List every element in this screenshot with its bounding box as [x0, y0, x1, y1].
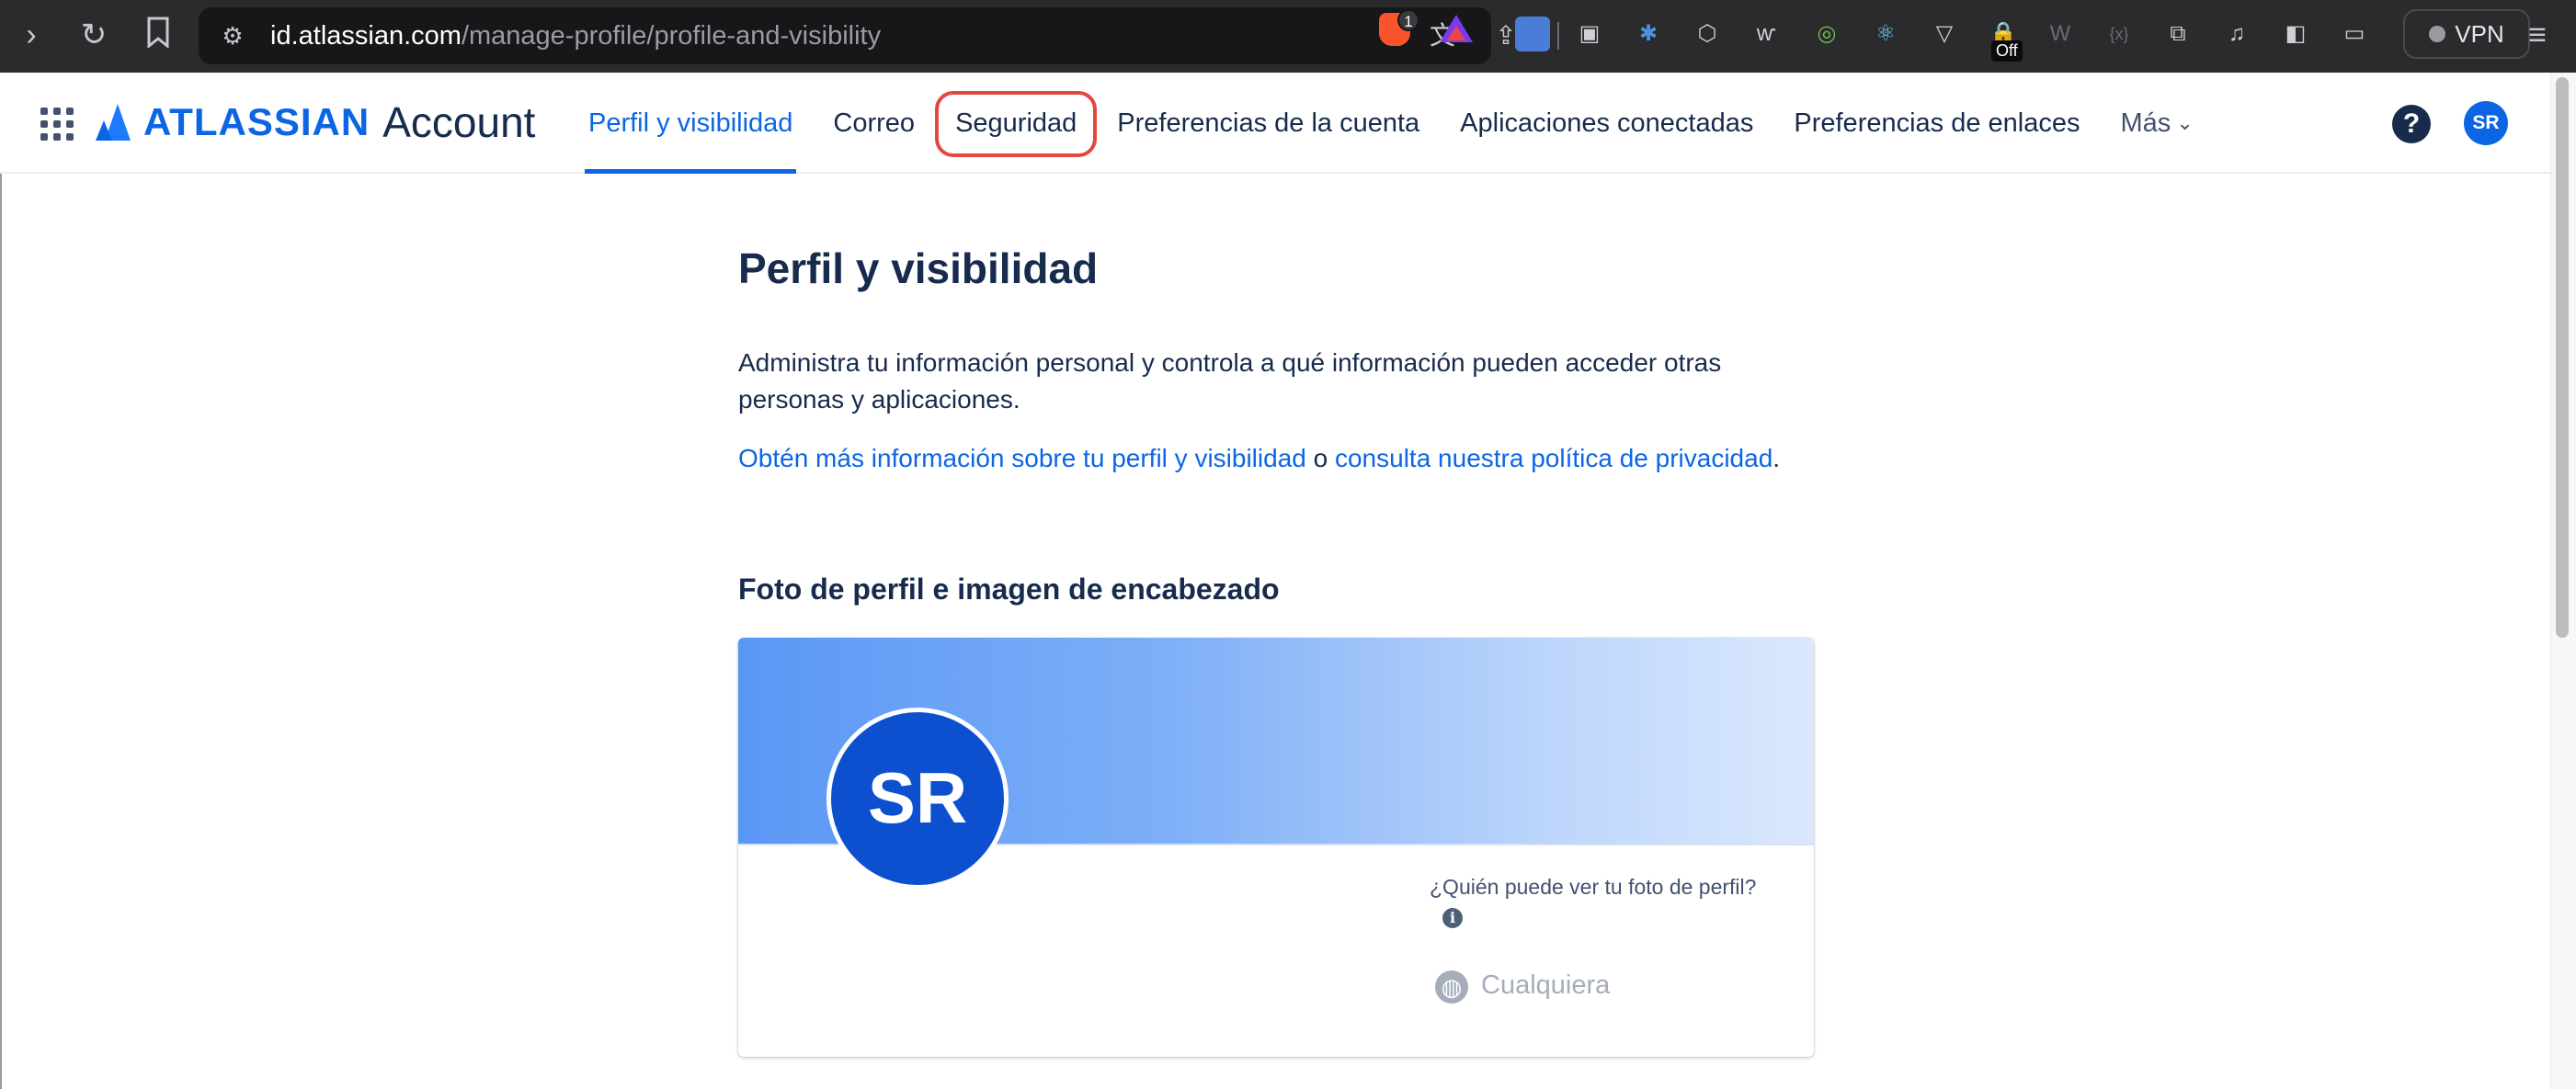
react-devtools-icon[interactable]: ⚛ [1868, 17, 1903, 51]
vpn-button[interactable]: VPN [2403, 9, 2530, 59]
forward-icon[interactable]: › [13, 17, 50, 53]
url-host: id.atlassian.com [270, 21, 462, 51]
page-title: Perfil y visibilidad [738, 244, 1099, 292]
window-edge [0, 73, 2, 1089]
menu-icon[interactable]: ≡ [2519, 17, 2556, 53]
learn-more-link[interactable]: Obtén más información sobre tu perfil y … [738, 444, 1306, 472]
tab-profile-visibility[interactable]: Perfil y visibilidad [585, 73, 797, 174]
page-description: Administra tu información personal y con… [738, 348, 1722, 414]
app-switcher-icon[interactable] [40, 108, 74, 141]
link-connector: o [1313, 444, 1328, 472]
extensions-icon[interactable]: ⧉ [2160, 17, 2195, 51]
music-icon[interactable]: ♫ [2219, 17, 2254, 51]
help-icon[interactable]: ? [2392, 105, 2431, 143]
extension-code-icon[interactable]: {x} [2102, 17, 2137, 51]
extension-icon-1[interactable] [1515, 17, 1550, 51]
bookmark-icon[interactable] [140, 17, 177, 53]
photo-visibility-question: ¿Quién puede ver tu foto de perfil? [1430, 875, 1757, 899]
wallet-icon[interactable]: ▭ [2337, 17, 2372, 51]
brave-rewards-inner [1447, 26, 1465, 40]
extension-wt-icon[interactable]: ⱳ [1749, 17, 1784, 51]
tab-security[interactable]: Seguridad [935, 73, 1098, 174]
address-bar[interactable]: ⚙ id.atlassian.com/manage-profile/profil… [199, 7, 1559, 64]
chevron-down-icon: ⌄ [2176, 111, 2194, 134]
tab-more[interactable]: Más ⌄ [2117, 73, 2197, 174]
top-navigation: ATLASSIAN Account Perfil y visibilidad C… [0, 73, 2550, 174]
vpn-label: VPN [2455, 19, 2504, 48]
user-avatar[interactable]: SR [2464, 101, 2508, 145]
url-path: /manage-profile/profile-and-visibility [461, 21, 882, 51]
nav-tabs: Perfil y visibilidad Correo Seguridad Pr… [585, 73, 2230, 174]
profile-avatar[interactable]: SR [826, 708, 1009, 890]
logo-text: ATLASSIAN [143, 100, 370, 143]
browser-toolbar: › ↻ ⚙ id.atlassian.com/manage-profile/pr… [0, 0, 2576, 73]
extension-off-badge: Off [1991, 40, 2023, 62]
info-icon[interactable]: i [1442, 908, 1463, 928]
period: . [1772, 444, 1781, 472]
globe-icon: ◍ [1435, 970, 1468, 1004]
extension-puzzle-blue-icon[interactable]: ✱ [1631, 17, 1666, 51]
tab-email[interactable]: Correo [829, 73, 918, 174]
privacy-policy-link[interactable]: consulta nuestra política de privacidad [1335, 444, 1772, 472]
photo-visibility-value: Cualquiera [1481, 970, 1611, 1000]
extension-target-icon[interactable]: ◎ [1809, 17, 1844, 51]
tab-account-preferences[interactable]: Preferencias de la cuenta [1113, 73, 1423, 174]
scrollbar-thumb[interactable] [2556, 77, 2569, 638]
reload-icon[interactable]: ↻ [75, 17, 112, 53]
vue-devtools-icon[interactable]: ▽ [1927, 17, 1962, 51]
tune-icon[interactable]: ⚙ [217, 20, 248, 51]
profile-photo-card: SR ¿Quién puede ver tu foto de perfil? i… [738, 638, 1814, 1057]
vpn-status-icon [2429, 26, 2446, 42]
url-text[interactable]: id.atlassian.com/manage-profile/profile-… [270, 21, 881, 51]
extension-hex-icon[interactable]: ⬡ [1690, 17, 1725, 51]
help-links: Obtén más información sobre tu perfil y … [738, 440, 1814, 477]
divider [1557, 22, 1559, 50]
brave-shield-count-badge: 1 [1397, 9, 1419, 31]
extension-w-icon[interactable]: W [2043, 17, 2078, 51]
sidebar-icon[interactable]: ◧ [2278, 17, 2313, 51]
section-title-profile-photo: Foto de perfil e imagen de encabezado [738, 573, 1280, 606]
tab-link-preferences[interactable]: Preferencias de enlaces [1790, 73, 2083, 174]
atlassian-logo[interactable]: ATLASSIAN Account [96, 96, 535, 148]
logo-subtitle: Account [382, 98, 536, 146]
atlassian-logo-icon [96, 104, 131, 141]
tab-more-label: Más [2120, 108, 2171, 138]
picture-in-picture-icon[interactable]: ▣ [1572, 17, 1607, 51]
tab-connected-apps[interactable]: Aplicaciones conectadas [1456, 73, 1757, 174]
tab-security-label: Seguridad [955, 108, 1077, 138]
